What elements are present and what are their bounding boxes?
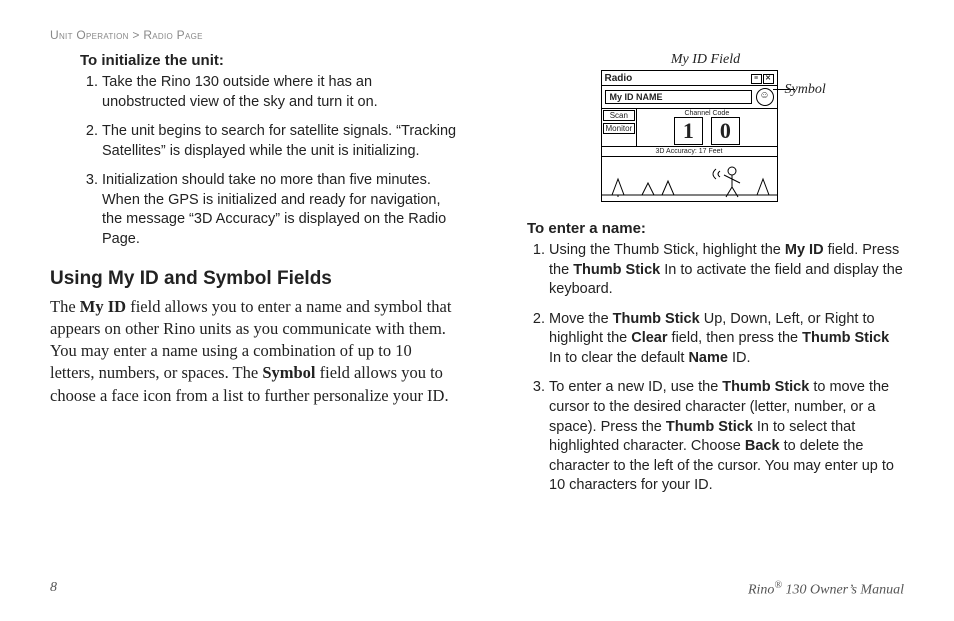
text: Move the [549, 311, 613, 327]
my-id-field: My ID NAME [605, 90, 752, 104]
list-item: The unit begins to search for satellite … [102, 122, 457, 161]
list-item: To enter a new ID, use the Thumb Stick t… [549, 378, 904, 495]
bold: Back [745, 438, 780, 454]
figure-label-my-id-field: My ID Field [571, 52, 831, 68]
init-title: To initialize the unit: [80, 52, 457, 69]
list-item: Take the Rino 130 outside where it has a… [102, 73, 457, 112]
device-titlebar: Radio ≡✕ [602, 71, 777, 86]
model: 130 Owner’s Manual [782, 583, 904, 598]
code-value: 0 [711, 117, 740, 145]
page-number: 8 [50, 580, 57, 599]
monitor-button: Monitor [603, 123, 636, 134]
scene-illustration [602, 157, 777, 201]
channel-label: Channel Code [637, 110, 776, 117]
scan-button: Scan [603, 110, 636, 121]
device-side-buttons: Scan Monitor [602, 109, 638, 146]
right-column: My ID Field Radio ≡✕ My ID NAME ☺ Scan M… [497, 52, 904, 514]
manual-title: Rino® 130 Owner’s Manual [748, 580, 904, 599]
bold: Clear [631, 330, 667, 346]
breadcrumb-a: Unit Operation [50, 28, 129, 42]
text: Using the Thumb Stick, highlight the [549, 242, 785, 258]
page-footer: 8 Rino® 130 Owner’s Manual [50, 580, 904, 599]
enter-name-title: To enter a name: [527, 220, 904, 237]
bold-my-id: My ID [80, 297, 126, 316]
close-icon: ✕ [763, 74, 774, 84]
device-screen: Radio ≡✕ My ID NAME ☺ Scan Monitor Chann… [601, 70, 778, 202]
bold: My ID [785, 242, 824, 258]
left-column: To initialize the unit: Take the Rino 13… [50, 52, 457, 514]
bold: Thumb Stick [722, 379, 809, 395]
text: To enter a new ID, use the [549, 379, 722, 395]
device-title: Radio [605, 73, 633, 84]
breadcrumb-b: Radio Page [143, 28, 202, 42]
init-steps: Take the Rino 130 outside where it has a… [80, 73, 457, 250]
bold-symbol: Symbol [262, 363, 315, 382]
text: ID. [728, 350, 751, 366]
breadcrumb: Unit Operation > Radio Page [50, 28, 904, 42]
bold: Thumb Stick [802, 330, 889, 346]
device-scene [602, 157, 777, 201]
bold: Thumb Stick [613, 311, 700, 327]
device-id-row: My ID NAME ☺ [602, 86, 777, 108]
text: The [50, 297, 80, 316]
list-item: Move the Thumb Stick Up, Down, Left, or … [549, 310, 904, 369]
device-status: 3D Accuracy: 17 Feet [602, 147, 777, 157]
device-title-icons: ≡✕ [750, 72, 774, 84]
channel-value: 1 [674, 117, 703, 145]
bold: Thumb Stick [666, 419, 753, 435]
registered-icon: ® [774, 580, 782, 591]
section-paragraph: The My ID field allows you to enter a na… [50, 296, 457, 407]
enter-name-steps: Using the Thumb Stick, highlight the My … [527, 241, 904, 496]
figure: My ID Field Radio ≡✕ My ID NAME ☺ Scan M… [571, 52, 831, 202]
list-item: Initialization should take no more than … [102, 171, 457, 249]
device-mid: Scan Monitor Channel Code 1 0 [602, 108, 777, 147]
breadcrumb-sep: > [129, 28, 144, 42]
text: field, then press the [668, 330, 803, 346]
bold: Thumb Stick [573, 262, 660, 278]
figure-label-symbol: Symbol [785, 82, 826, 98]
bold: Name [688, 350, 728, 366]
section-heading: Using My ID and Symbol Fields [50, 268, 457, 290]
menu-icon: ≡ [751, 74, 762, 84]
symbol-face-icon: ☺ [756, 88, 774, 106]
text: In to clear the default [549, 350, 688, 366]
device-channel: Channel Code 1 0 [637, 109, 776, 146]
list-item: Using the Thumb Stick, highlight the My … [549, 241, 904, 300]
brand: Rino [748, 583, 774, 598]
